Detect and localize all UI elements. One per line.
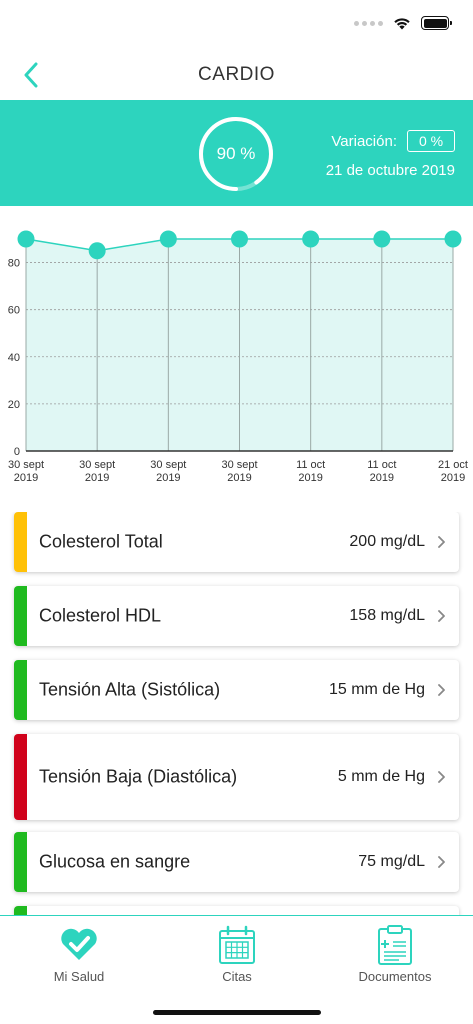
cellular-signal-icon bbox=[354, 20, 383, 26]
status-icons bbox=[354, 16, 452, 30]
data-point bbox=[159, 230, 177, 248]
metric-name: Tensión Baja (Diastólica) bbox=[39, 766, 238, 787]
data-point bbox=[444, 230, 462, 248]
metric-value: 5 mm de Hg bbox=[337, 768, 425, 785]
home-indicator bbox=[153, 1010, 321, 1015]
chevron-right-icon bbox=[438, 684, 445, 696]
y-tick-label: 80 bbox=[8, 258, 20, 270]
x-tick-label: 2019 bbox=[85, 472, 109, 484]
tab-bar: Mi Salud Citas Documentos bbox=[0, 915, 473, 1024]
chevron-right-icon bbox=[438, 771, 445, 783]
metric-value: 200 mg/dL bbox=[349, 533, 425, 550]
heart-check-icon bbox=[61, 928, 97, 960]
status-indicator bbox=[14, 512, 27, 572]
data-point bbox=[17, 230, 35, 248]
clipboard-icon bbox=[378, 925, 412, 965]
x-tick-label: 30 sept bbox=[150, 459, 186, 471]
metric-card[interactable]: Tensión Baja (Diastólica) 5 mm de Hg bbox=[14, 734, 459, 820]
status-indicator bbox=[14, 586, 27, 646]
x-tick-label: 2019 bbox=[370, 472, 394, 484]
variation-label: Variación: bbox=[331, 133, 397, 150]
calendar-icon bbox=[219, 925, 255, 964]
metric-name: Colesterol HDL bbox=[39, 605, 162, 626]
metric-name: Tensión Alta (Sistólica) bbox=[39, 679, 221, 700]
x-tick-label: 11 oct bbox=[367, 459, 396, 471]
status-indicator bbox=[14, 734, 27, 820]
chevron-right-icon bbox=[438, 610, 445, 622]
status-indicator bbox=[14, 832, 27, 892]
x-tick-label: 2019 bbox=[156, 472, 180, 484]
chevron-right-icon bbox=[438, 536, 445, 548]
tab-label: Documentos bbox=[358, 969, 432, 984]
metric-value: 75 mg/dL bbox=[358, 853, 425, 870]
x-tick-label: 2019 bbox=[14, 472, 38, 484]
score-percentage: 90 % bbox=[216, 144, 256, 163]
x-tick-label: 30 sept bbox=[8, 459, 44, 471]
y-tick-label: 20 bbox=[8, 399, 20, 411]
data-point bbox=[302, 230, 320, 248]
metric-card[interactable]: Glucosa en sangre 75 mg/dL bbox=[14, 832, 459, 892]
y-tick-label: 0 bbox=[14, 446, 20, 458]
battery-icon bbox=[421, 16, 452, 30]
status-bar bbox=[0, 0, 473, 50]
x-tick-label: 21 oct bbox=[438, 459, 468, 471]
metric-card[interactable]: Tensión Alta (Sistólica) 15 mm de Hg bbox=[14, 660, 459, 720]
page-title: CARDIO bbox=[198, 64, 275, 85]
x-tick-label: 30 sept bbox=[221, 459, 257, 471]
chevron-right-icon bbox=[438, 856, 445, 868]
metric-value: 15 mm de Hg bbox=[328, 681, 425, 698]
status-indicator bbox=[14, 906, 27, 915]
x-tick-label: 2019 bbox=[298, 472, 322, 484]
metric-card[interactable] bbox=[14, 906, 459, 915]
metric-list: Colesterol Total 200 mg/dL Colesterol HDL 1… bbox=[0, 512, 473, 915]
tab-citas[interactable]: Citas bbox=[158, 916, 316, 996]
variation-badge: 0 % bbox=[407, 130, 455, 152]
x-tick-label: 2019 bbox=[441, 472, 465, 484]
navigation-bar: CARDIO bbox=[0, 50, 473, 100]
tab-label: Mi Salud bbox=[53, 969, 105, 984]
cardio-chart: 0 20 40 60 80 30 sept 2019 30 sept 2019 30 sept 20… bbox=[0, 206, 473, 496]
summary-date: 21 de octubre 2019 bbox=[325, 162, 455, 179]
metric-name: Glucosa en sangre bbox=[39, 851, 191, 872]
tab-mi-salud[interactable]: Mi Salud bbox=[0, 916, 158, 996]
tab-documentos[interactable]: Documentos bbox=[316, 916, 473, 996]
x-tick-label: 11 oct bbox=[296, 459, 325, 471]
y-tick-label: 60 bbox=[8, 305, 20, 317]
tab-label: Citas bbox=[222, 969, 252, 984]
status-indicator bbox=[14, 660, 27, 720]
metric-value: 158 mg/dL bbox=[349, 607, 425, 624]
summary-panel: 90 % Variación: 0 % 21 de octubre 2019 bbox=[0, 100, 473, 206]
data-point bbox=[231, 230, 248, 248]
x-tick-label: 2019 bbox=[227, 472, 251, 484]
line-chart: 02040608030 sept201930 sept201930 sept20… bbox=[8, 230, 468, 484]
metric-name: Colesterol Total bbox=[39, 531, 163, 552]
data-point bbox=[88, 242, 106, 260]
metric-card[interactable]: Colesterol HDL 158 mg/dL bbox=[14, 586, 459, 646]
x-tick-label: 30 sept bbox=[79, 459, 115, 471]
data-point bbox=[373, 230, 391, 248]
y-tick-label: 40 bbox=[8, 352, 20, 364]
metric-card[interactable]: Colesterol Total 200 mg/dL bbox=[14, 512, 459, 572]
wifi-icon bbox=[394, 18, 410, 30]
